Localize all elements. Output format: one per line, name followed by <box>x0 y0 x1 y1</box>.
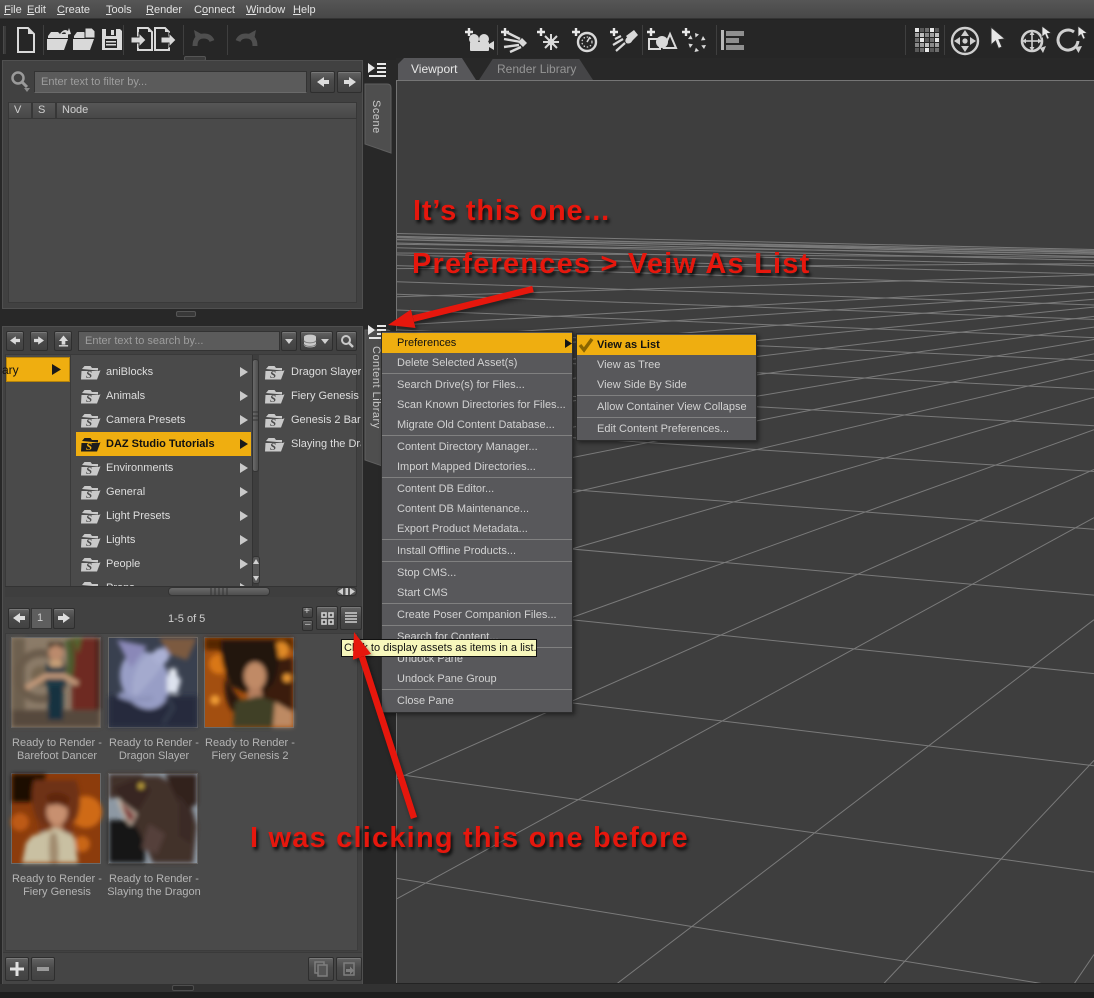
svg-text:S: S <box>270 441 276 453</box>
svg-text:S: S <box>86 489 92 501</box>
svg-text:S: S <box>270 369 276 381</box>
svg-text:S: S <box>86 369 92 381</box>
svg-text:S: S <box>86 441 92 453</box>
svg-text:S: S <box>86 561 92 573</box>
svg-text:S: S <box>86 393 92 405</box>
svg-text:S: S <box>270 393 276 405</box>
svg-text:S: S <box>270 417 276 429</box>
svg-text:S: S <box>86 513 92 525</box>
svg-text:S: S <box>86 465 92 477</box>
svg-text:S: S <box>86 417 92 429</box>
svg-text:S: S <box>86 537 92 549</box>
